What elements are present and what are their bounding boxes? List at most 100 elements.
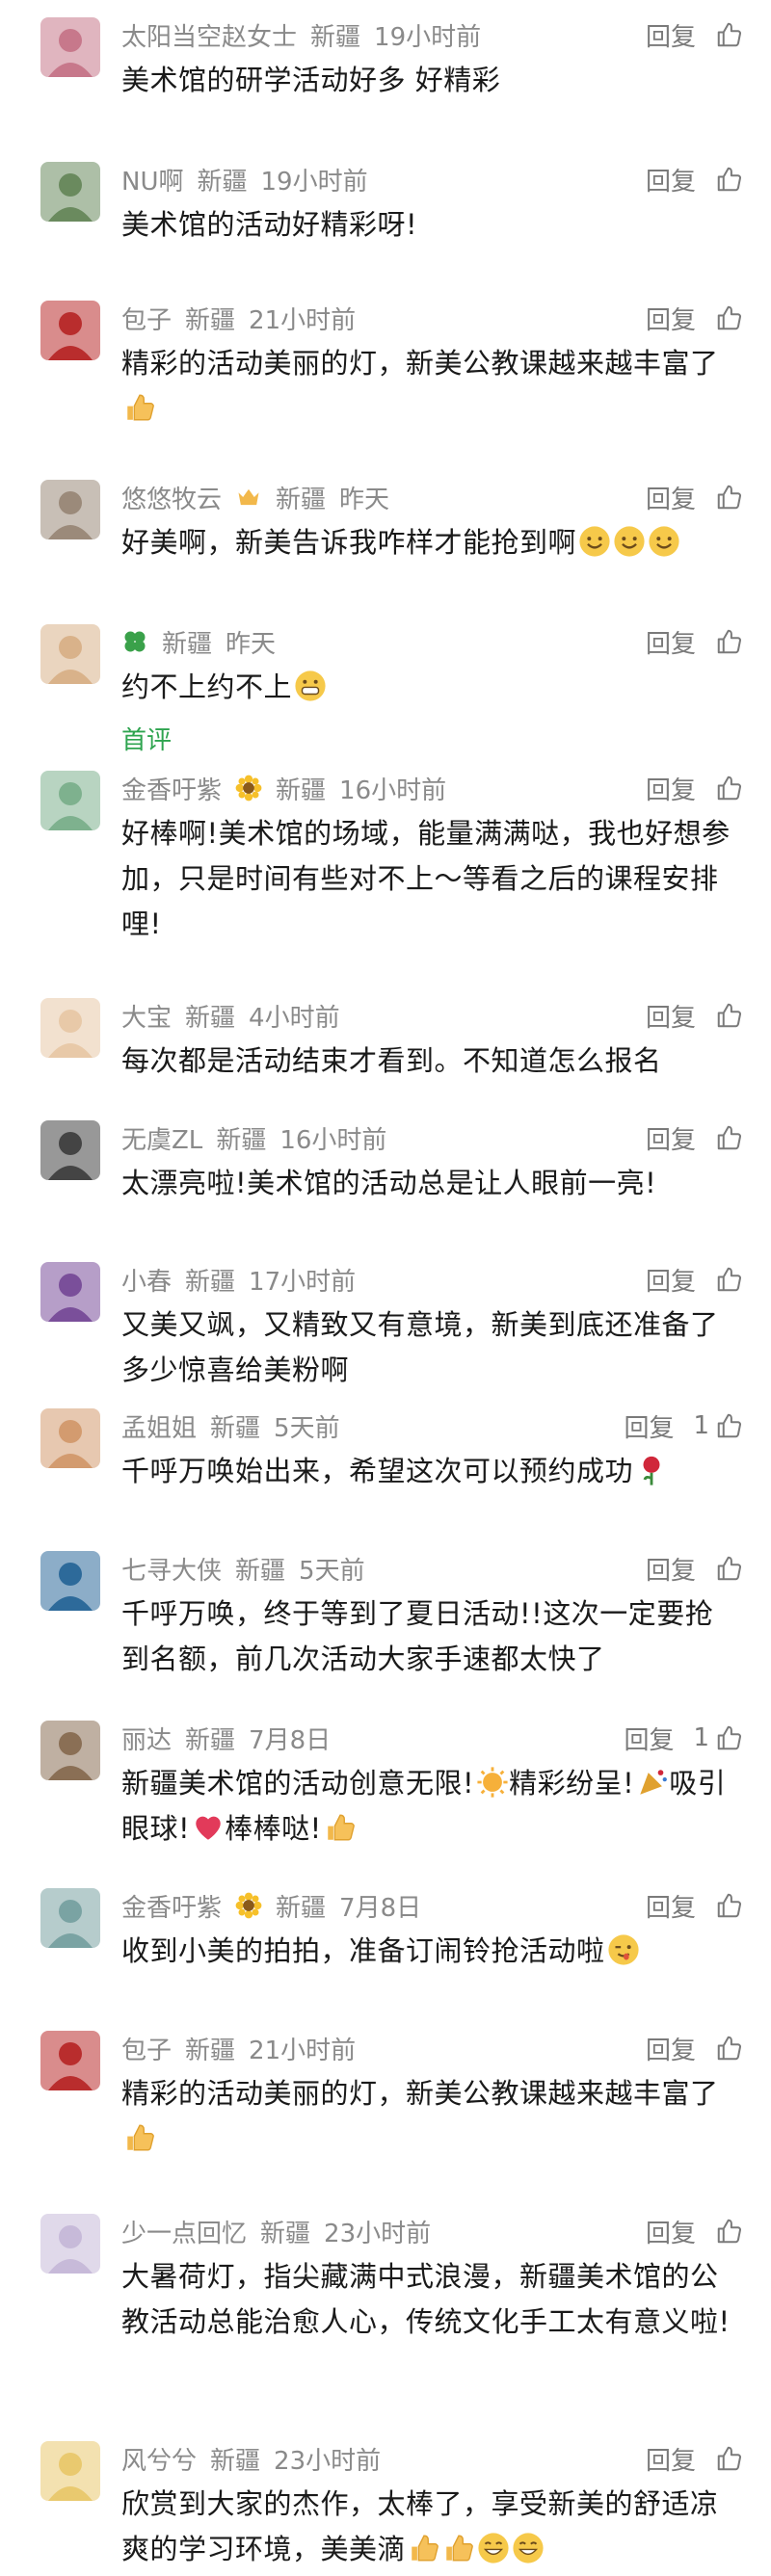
avatar[interactable]: [40, 624, 100, 684]
like-button[interactable]: [715, 774, 744, 802]
reply-button[interactable]: 回复: [646, 162, 696, 197]
commenter-location: 新疆: [210, 2446, 261, 2476]
reply-button[interactable]: 回复: [646, 17, 696, 53]
reply-button[interactable]: 回复: [646, 1120, 696, 1156]
rose-icon: [635, 1454, 668, 1486]
like-icon[interactable]: [715, 1001, 744, 1030]
like-icon[interactable]: [715, 1265, 744, 1294]
avatar[interactable]: [40, 1888, 100, 1948]
avatar[interactable]: [40, 2441, 100, 2501]
like-button[interactable]: 1: [693, 1411, 744, 1440]
comment-text-content: 约不上约不上: [121, 670, 293, 703]
reply-button[interactable]: 回复: [646, 2031, 696, 2066]
like-button[interactable]: [715, 165, 744, 194]
comment-time: 19小时前: [374, 22, 482, 52]
reply-button[interactable]: 回复: [646, 480, 696, 515]
wink-icon: [607, 1933, 640, 1966]
comment-time: 23小时前: [274, 2446, 382, 2476]
commenter-name[interactable]: NU啊: [121, 162, 183, 197]
reply-button[interactable]: 回复: [646, 1551, 696, 1587]
like-icon[interactable]: [715, 2444, 744, 2473]
avatar[interactable]: [40, 771, 100, 830]
like-icon[interactable]: [715, 774, 744, 802]
like-button[interactable]: 1: [693, 1723, 744, 1752]
like-icon[interactable]: [715, 20, 744, 49]
comment-text-content: 大暑荷灯，指尖藏满中式浪漫，新疆美术馆的公教活动总能治愈人心，传统文化手工太有意…: [121, 2260, 731, 2338]
commenter-name[interactable]: 包子: [121, 2031, 172, 2066]
reply-button[interactable]: 回复: [646, 2441, 696, 2477]
reply-button[interactable]: 回复: [624, 1408, 674, 1444]
like-icon[interactable]: [715, 627, 744, 656]
comment-actions: 回复: [646, 1120, 744, 1155]
commenter-name[interactable]: 七寻大侠: [121, 1551, 222, 1587]
like-button[interactable]: [715, 2444, 744, 2473]
comment-text: 新疆美术馆的活动创意无限! 精彩纷呈! 吸引眼球! 棒棒哒!: [121, 1761, 738, 1852]
reply-button[interactable]: 回复: [646, 771, 696, 806]
avatar[interactable]: [40, 2031, 100, 2090]
comment-item: 金香吁紫 新疆 16小时前 回复 好棒啊!美术馆的场域，能量满满哒，我也好想参加，只是时…: [0, 771, 771, 940]
commenter-name[interactable]: 大宝: [121, 998, 172, 1034]
reply-button[interactable]: 回复: [646, 998, 696, 1034]
avatar[interactable]: [40, 17, 100, 77]
comment-meta: 小春 新疆 17小时前: [121, 1262, 356, 1298]
like-button[interactable]: [715, 303, 744, 332]
avatar[interactable]: [40, 1408, 100, 1468]
reply-button[interactable]: 回复: [646, 2214, 696, 2249]
like-icon[interactable]: [715, 1123, 744, 1152]
comment-actions: 回复: [646, 2214, 744, 2248]
commenter-name[interactable]: 悠悠牧云: [121, 480, 222, 515]
comment-actions: 回复: [646, 998, 744, 1033]
like-icon[interactable]: [715, 483, 744, 512]
commenter-name[interactable]: 金香吁紫: [121, 771, 222, 806]
like-button[interactable]: [715, 2034, 744, 2063]
commenter-name[interactable]: 孟姐姐: [121, 1408, 197, 1444]
like-button[interactable]: [715, 20, 744, 49]
avatar[interactable]: [40, 1721, 100, 1780]
like-icon[interactable]: [715, 1411, 744, 1440]
reply-button[interactable]: 回复: [646, 624, 696, 660]
comment-text: 收到小美的拍拍，准备订闹铃抢活动啦: [121, 1929, 738, 1974]
like-icon[interactable]: [715, 1723, 744, 1752]
like-icon[interactable]: [715, 303, 744, 332]
like-icon[interactable]: [715, 2034, 744, 2063]
like-icon[interactable]: [715, 1891, 744, 1920]
commenter-name[interactable]: 丽达: [121, 1721, 172, 1756]
like-button[interactable]: [715, 2217, 744, 2246]
avatar[interactable]: [40, 480, 100, 539]
like-icon[interactable]: [715, 2217, 744, 2246]
comment-time: 19小时前: [260, 167, 368, 197]
like-button[interactable]: [715, 1891, 744, 1920]
reply-button[interactable]: 回复: [646, 1262, 696, 1298]
avatar[interactable]: [40, 301, 100, 360]
commenter-location: 新疆: [185, 1725, 236, 1755]
avatar[interactable]: [40, 2214, 100, 2274]
avatar[interactable]: [40, 998, 100, 1058]
like-button[interactable]: [715, 1554, 744, 1583]
commenter-name[interactable]: 金香吁紫: [121, 1888, 222, 1924]
comment-actions: 回复: [646, 301, 744, 335]
comment-item: 丽达 新疆 7月8日 回复 1 新疆美术馆的活动创意无限! 精彩纷呈! 吸引眼球! 棒棒哒!: [0, 1721, 771, 1855]
commenter-name[interactable]: 太阳当空赵女士: [121, 17, 297, 53]
comment-meta: 大宝 新疆 4小时前: [121, 998, 340, 1034]
avatar[interactable]: [40, 1262, 100, 1322]
reply-button[interactable]: 回复: [624, 1721, 674, 1756]
like-button[interactable]: [715, 1123, 744, 1152]
like-button[interactable]: [715, 1265, 744, 1294]
avatar[interactable]: [40, 162, 100, 222]
comment-item: 包子 新疆 21小时前 回复 精彩的活动美丽的灯，新美公教课越来越丰富了: [0, 2031, 771, 2166]
like-button[interactable]: [715, 483, 744, 512]
like-icon[interactable]: [715, 165, 744, 194]
like-button[interactable]: [715, 627, 744, 656]
commenter-name[interactable]: 小春: [121, 1262, 172, 1298]
commenter-name[interactable]: 少一点回忆: [121, 2214, 247, 2249]
commenter-name[interactable]: 风兮兮: [121, 2441, 197, 2477]
reply-button[interactable]: 回复: [646, 1888, 696, 1924]
reply-button[interactable]: 回复: [646, 301, 696, 336]
avatar[interactable]: [40, 1551, 100, 1611]
commenter-name[interactable]: 无虞ZL: [121, 1120, 202, 1156]
commenter-name[interactable]: 包子: [121, 301, 172, 336]
like-button[interactable]: [715, 1001, 744, 1030]
avatar[interactable]: [40, 1120, 100, 1180]
like-icon[interactable]: [715, 1554, 744, 1583]
comment-time: 7月8日: [339, 1893, 422, 1923]
